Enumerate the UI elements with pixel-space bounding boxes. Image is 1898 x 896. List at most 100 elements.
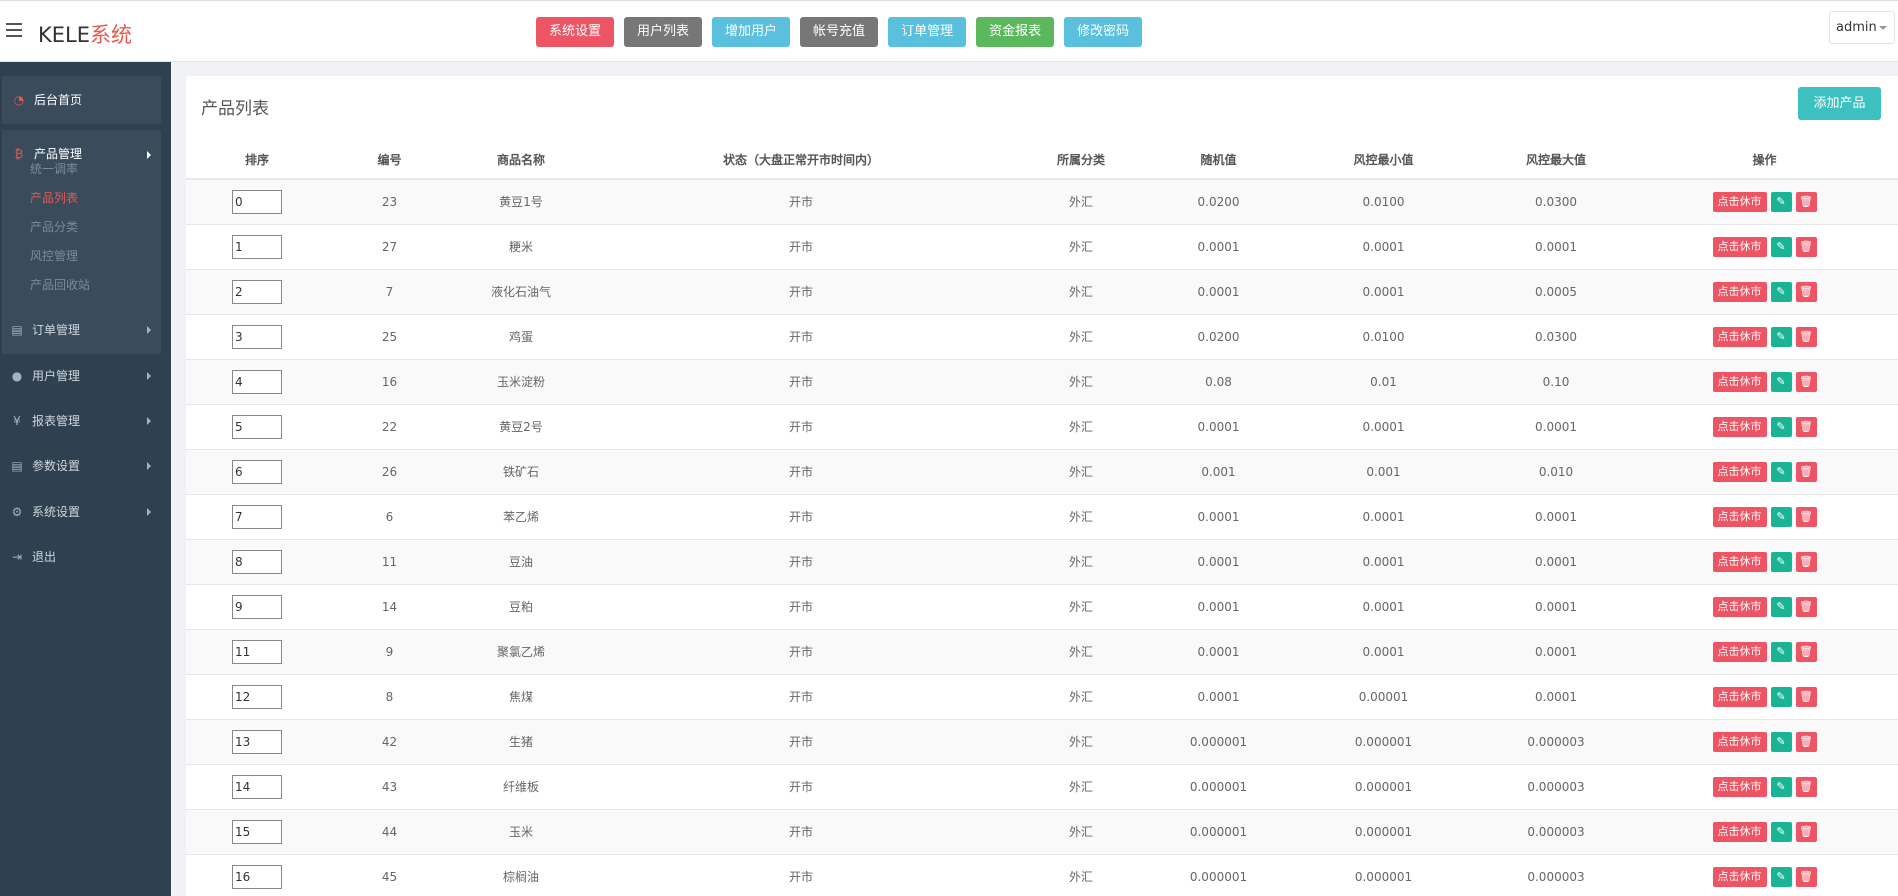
pencil-icon[interactable]: ✎ bbox=[1770, 236, 1792, 257]
sort-order-input[interactable] bbox=[232, 414, 282, 439]
sidebar-subitem[interactable]: 风控管理 bbox=[30, 247, 78, 264]
trash-icon[interactable]: 🗑 bbox=[1795, 461, 1817, 482]
sidebar-subitem[interactable]: 产品分类 bbox=[30, 218, 78, 235]
sort-order-input[interactable] bbox=[232, 189, 282, 214]
sort-order-input[interactable] bbox=[232, 549, 282, 574]
sort-order-input[interactable] bbox=[232, 324, 282, 349]
trash-icon[interactable]: 🗑 bbox=[1795, 641, 1817, 662]
sort-order-input[interactable] bbox=[232, 459, 282, 484]
nav-button[interactable]: 增加用户 bbox=[712, 17, 791, 47]
risk-min-value: 0.00001 bbox=[1286, 673, 1481, 719]
product-name: 粳米 bbox=[451, 223, 591, 269]
sidebar-item-home[interactable]: ◔ 后台首页 bbox=[2, 76, 161, 124]
sort-order-input[interactable] bbox=[232, 639, 282, 664]
set-rest-button[interactable]: 点击休市 bbox=[1712, 731, 1767, 752]
set-rest-button[interactable]: 点击休市 bbox=[1712, 551, 1767, 572]
pencil-icon[interactable]: ✎ bbox=[1770, 191, 1792, 212]
nav-button[interactable]: 资金报表 bbox=[976, 17, 1055, 47]
sidebar-item[interactable]: ⇥ 退出 bbox=[0, 532, 171, 582]
trash-icon[interactable]: 🗑 bbox=[1795, 326, 1817, 347]
trash-icon[interactable]: 🗑 bbox=[1795, 551, 1817, 572]
sort-order-input[interactable] bbox=[232, 864, 282, 889]
trash-icon[interactable]: 🗑 bbox=[1795, 596, 1817, 617]
nav-button[interactable]: 订单管理 bbox=[888, 17, 967, 47]
pencil-icon[interactable]: ✎ bbox=[1770, 326, 1792, 347]
sidebar-item[interactable]: ▤ 参数设置 bbox=[0, 441, 171, 491]
sidebar-item-product[interactable]: ₿ 产品管理 bbox=[2, 130, 161, 178]
caret-down-icon bbox=[1879, 26, 1887, 30]
pencil-icon[interactable]: ✎ bbox=[1770, 866, 1792, 887]
set-rest-button[interactable]: 点击休市 bbox=[1712, 281, 1767, 302]
product-id: 43 bbox=[328, 763, 451, 809]
sort-order-input[interactable] bbox=[232, 729, 282, 754]
sidebar-item[interactable]: ¥ 报表管理 bbox=[0, 396, 171, 446]
nav-button[interactable]: 修改密码 bbox=[1064, 17, 1143, 47]
trash-icon[interactable]: 🗑 bbox=[1795, 776, 1817, 797]
pencil-icon[interactable]: ✎ bbox=[1770, 461, 1792, 482]
trash-icon[interactable]: 🗑 bbox=[1795, 686, 1817, 707]
pencil-icon[interactable]: ✎ bbox=[1770, 371, 1792, 392]
nav-button[interactable]: 帐号充值 bbox=[800, 17, 879, 47]
trash-icon[interactable]: 🗑 bbox=[1795, 281, 1817, 302]
set-rest-button[interactable]: 点击休市 bbox=[1712, 866, 1767, 887]
logo[interactable]: KELE系统 bbox=[38, 19, 132, 49]
logo-text: KELE bbox=[38, 23, 91, 47]
sidebar-item[interactable]: ⚙ 系统设置 bbox=[0, 487, 171, 537]
set-rest-button[interactable]: 点击休市 bbox=[1712, 596, 1767, 617]
set-rest-button[interactable]: 点击休市 bbox=[1712, 371, 1767, 392]
pencil-icon[interactable]: ✎ bbox=[1770, 686, 1792, 707]
set-rest-button[interactable]: 点击休市 bbox=[1712, 506, 1767, 527]
add-product-button[interactable]: 添加产品 bbox=[1798, 87, 1881, 120]
trash-icon[interactable]: 🗑 bbox=[1795, 506, 1817, 527]
set-rest-button[interactable]: 点击休市 bbox=[1712, 776, 1767, 797]
set-rest-button[interactable]: 点击休市 bbox=[1712, 326, 1767, 347]
sidebar-subitem[interactable]: 产品回收站 bbox=[30, 276, 90, 293]
pencil-icon[interactable]: ✎ bbox=[1770, 416, 1792, 437]
sort-cell bbox=[186, 403, 328, 449]
hamburger-icon[interactable] bbox=[6, 23, 22, 37]
pencil-icon[interactable]: ✎ bbox=[1770, 551, 1792, 572]
sort-order-input[interactable] bbox=[232, 819, 282, 844]
set-rest-button[interactable]: 点击休市 bbox=[1712, 236, 1767, 257]
sidebar-subitem[interactable]: 统一调率 bbox=[30, 160, 78, 177]
pencil-icon[interactable]: ✎ bbox=[1770, 506, 1792, 527]
trash-icon[interactable]: 🗑 bbox=[1795, 191, 1817, 212]
pencil-icon[interactable]: ✎ bbox=[1770, 596, 1792, 617]
sort-order-input[interactable] bbox=[232, 234, 282, 259]
sort-order-input[interactable] bbox=[232, 774, 282, 799]
set-rest-button[interactable]: 点击休市 bbox=[1712, 641, 1767, 662]
set-rest-button[interactable]: 点击休市 bbox=[1712, 191, 1767, 212]
trash-icon[interactable]: 🗑 bbox=[1795, 731, 1817, 752]
sidebar-item-label: 参数设置 bbox=[32, 459, 81, 473]
pencil-icon[interactable]: ✎ bbox=[1770, 821, 1792, 842]
pencil-icon[interactable]: ✎ bbox=[1770, 731, 1792, 752]
nav-button[interactable]: 用户列表 bbox=[624, 17, 703, 47]
trash-icon[interactable]: 🗑 bbox=[1795, 821, 1817, 842]
product-status: 开市 bbox=[591, 583, 1011, 629]
sign-out-icon: ⇥ bbox=[11, 550, 23, 564]
trash-icon[interactable]: 🗑 bbox=[1795, 371, 1817, 392]
trash-icon[interactable]: 🗑 bbox=[1795, 866, 1817, 887]
pencil-icon[interactable]: ✎ bbox=[1770, 281, 1792, 302]
sort-order-input[interactable] bbox=[232, 504, 282, 529]
sidebar-subitem[interactable]: 产品列表 bbox=[30, 189, 78, 206]
sidebar-item[interactable]: ● 用户管理 bbox=[0, 351, 171, 401]
set-rest-button[interactable]: 点击休市 bbox=[1712, 416, 1767, 437]
trash-icon[interactable]: 🗑 bbox=[1795, 236, 1817, 257]
product-name: 生猪 bbox=[451, 718, 591, 764]
trash-icon[interactable]: 🗑 bbox=[1795, 416, 1817, 437]
user-dropdown[interactable]: admin bbox=[1829, 11, 1895, 44]
sort-order-input[interactable] bbox=[232, 684, 282, 709]
pencil-icon[interactable]: ✎ bbox=[1770, 776, 1792, 797]
pencil-icon[interactable]: ✎ bbox=[1770, 641, 1792, 662]
set-rest-button[interactable]: 点击休市 bbox=[1712, 821, 1767, 842]
set-rest-button[interactable]: 点击休市 bbox=[1712, 686, 1767, 707]
product-id: 7 bbox=[328, 268, 451, 314]
sidebar-item[interactable]: ▤ 订单管理 bbox=[0, 305, 171, 355]
set-rest-button[interactable]: 点击休市 bbox=[1712, 461, 1767, 482]
sort-order-input[interactable] bbox=[232, 594, 282, 619]
product-name: 豆粕 bbox=[451, 583, 591, 629]
sort-order-input[interactable] bbox=[232, 279, 282, 304]
sort-order-input[interactable] bbox=[232, 369, 282, 394]
nav-button[interactable]: 系统设置 bbox=[536, 17, 615, 47]
